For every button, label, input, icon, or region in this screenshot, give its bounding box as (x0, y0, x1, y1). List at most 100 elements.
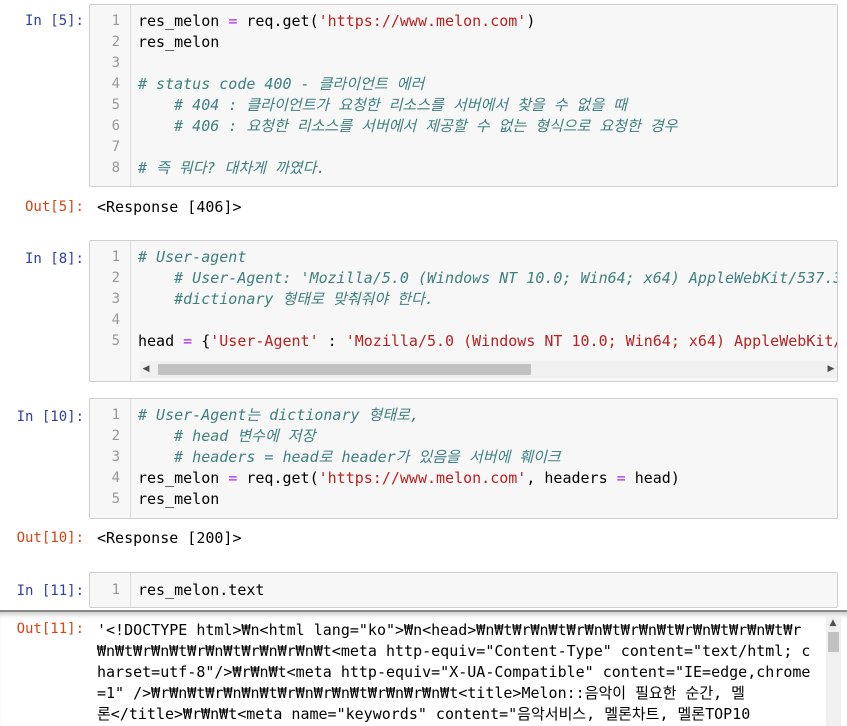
scrollbar-thumb[interactable] (828, 632, 839, 652)
output-line: ₩n₩t₩r₩n₩t₩r₩n₩t₩r₩n₩r₩n₩t<meta http-equ… (97, 642, 811, 660)
code-token: # status code 400 - 클라이언트 에러 (138, 75, 425, 93)
line-number: 5 (111, 333, 120, 349)
code-text: # 406 : 요청한 리소스를 서버에서 제공할 수 없는 형식으로 요청한 … (138, 116, 677, 137)
code-line[interactable]: 1 # User-Agent는 dictionary 형태로, (90, 405, 837, 426)
code-token: req.get( (237, 12, 319, 30)
code-token: req.get( (237, 469, 319, 487)
code-line[interactable]: 2 # head 변수에 저장 (90, 426, 837, 447)
code-token: res_melon (138, 33, 220, 51)
code-line[interactable]: 4 # status code 400 - 클라이언트 에러 (90, 74, 837, 95)
code-line[interactable]: 3 (90, 53, 837, 74)
code-token: = (228, 469, 238, 487)
code-token: # User-Agent: 'Mozilla/5.0 (Windows NT 1… (138, 269, 838, 287)
line-number: 3 (111, 449, 120, 465)
code-text: res_melon = req.get('https://www.melon.c… (138, 11, 535, 32)
code-token: , headers (526, 469, 617, 487)
line-number: 3 (111, 291, 120, 307)
code-cell[interactable]: 1 # User-Agent는 dictionary 형태로, 2 # head 변… (89, 398, 838, 519)
vertical-scrollbar[interactable]: ▲ (826, 616, 841, 726)
code-text: res_melon (138, 489, 219, 510)
code-line[interactable]: 3 #dictionary 형태로 맞춰줘야 한다. (90, 289, 837, 310)
code-cell[interactable]: 1 res_melon = req.get('https://www.melon.… (89, 4, 838, 187)
code-line[interactable]: 2 # User-Agent: 'Mozilla/5.0 (Windows NT… (90, 268, 837, 289)
code-text: head = {'User-Agent' : 'Mozilla/5.0 (Win… (138, 331, 838, 352)
line-number: 5 (111, 491, 120, 507)
line-number: 1 (111, 582, 120, 598)
output-line: harset=utf-8"/>₩r₩n₩t<meta http-equiv="X… (97, 663, 811, 681)
line-number: 4 (111, 470, 120, 486)
code-line[interactable]: 1 res_melon = req.get('https://www.melon.… (90, 11, 837, 32)
code-line[interactable]: 4 res_melon = req.get('https://www.melon.… (90, 468, 837, 489)
code-cell[interactable]: 1 # User-agent 2 # User-Agent: 'Mozilla/5.… (89, 240, 838, 382)
code-text: res_melon = req.get('https://www.melon.c… (138, 468, 680, 489)
cell-input-prompt: In [10]: (16, 409, 84, 425)
code-line[interactable]: 6 # 406 : 요청한 리소스를 서버에서 제공할 수 없는 형식으로 요청… (90, 116, 837, 137)
code-text: res_melon.text (138, 580, 264, 601)
code-token: 'User-Agent' (210, 332, 319, 350)
code-token: = (228, 12, 238, 30)
code-token: 'https://www.melon.com' (318, 469, 527, 487)
code-cell[interactable]: 1 res_melon.text (89, 572, 838, 608)
code-token: res_melon (138, 490, 220, 508)
scrollbar-thumb[interactable] (158, 364, 531, 375)
code-text: # 즉 뭐다? 대차게 까였다. (138, 158, 325, 179)
code-line[interactable]: 5 res_melon (90, 489, 837, 510)
code-line[interactable]: 2 res_melon (90, 32, 837, 53)
code-token: # headers = head로 header가 있음을 서버에 훼이크 (138, 448, 561, 466)
code-token: res_melon (138, 469, 229, 487)
code-token: = (183, 332, 193, 350)
code-token: # 즉 뭐다? 대차게 까였다. (138, 159, 326, 177)
line-number: 8 (111, 160, 120, 176)
code-token: res_melon.text (138, 581, 265, 599)
code-token: # 406 : 요청한 리소스를 서버에서 제공할 수 없는 형식으로 요청한 … (138, 117, 678, 135)
code-text: # headers = head로 header가 있음을 서버에 훼이크 (138, 447, 561, 468)
code-text: # User-agent (138, 247, 246, 268)
code-text: res_melon (138, 32, 219, 53)
code-token: 'Mozilla/5.0 (Windows NT 10.0; Win64; x6… (345, 332, 838, 350)
scrolled-output-area[interactable]: Out[11]: '<!DOCTYPE html>₩n<html lang="k… (0, 610, 847, 726)
code-text: #dictionary 형태로 맞춰줘야 한다. (138, 289, 434, 310)
cell-input-prompt: In [11]: (16, 583, 84, 599)
code-text: # 404 : 클라이언트가 요청한 리소스를 서버에서 찾을 수 없을 때 (138, 95, 627, 116)
code-token: # User-Agent는 dictionary 형태로, (138, 406, 419, 424)
code-line[interactable]: 1 # User-agent (90, 247, 837, 268)
code-token: # head 변수에 저장 (138, 427, 316, 445)
line-number: 1 (111, 249, 120, 265)
code-line[interactable]: 8 # 즉 뭐다? 대차게 까였다. (90, 158, 837, 179)
text-output: '<!DOCTYPE html>₩n<html lang="ko">₩n<hea… (97, 620, 817, 725)
cell-output: <Response [406]> (97, 198, 242, 216)
code-token: # 404 : 클라이언트가 요청한 리소스를 서버에서 찾을 수 없을 때 (138, 96, 627, 114)
code-token: : (318, 332, 346, 350)
scroll-up-icon[interactable]: ▲ (827, 616, 839, 630)
code-line[interactable]: 3 # headers = head로 header가 있음을 서버에 훼이크 (90, 447, 837, 468)
cell-output-prompt: Out[10]: (16, 530, 84, 546)
code-token: # User-agent (138, 248, 247, 266)
scroll-left-icon[interactable]: ◀ (140, 361, 152, 378)
line-number: 2 (111, 428, 120, 444)
scroll-right-icon[interactable]: ▶ (825, 361, 837, 378)
line-number: 7 (111, 139, 120, 155)
line-number: 2 (111, 270, 120, 286)
line-number: 1 (111, 407, 120, 423)
code-line[interactable]: 1 res_melon.text (90, 580, 837, 601)
line-number: 6 (111, 118, 120, 134)
code-line[interactable]: 5 head = {'User-Agent' : 'Mozilla/5.0 (Wi… (90, 331, 837, 352)
code-token: 'https://www.melon.com' (318, 12, 527, 30)
cell-input-prompt: In [5]: (24, 13, 84, 29)
horizontal-scrollbar[interactable]: ◀ ▶ (140, 361, 837, 378)
code-token: res_melon (138, 12, 229, 30)
code-text: # head 변수에 저장 (138, 426, 315, 447)
cell-output-prompt: Out[11]: (16, 621, 84, 637)
output-line: 론</title>₩r₩n₩t<meta name="keywords" con… (97, 705, 751, 723)
code-token: { (192, 332, 211, 350)
line-number: 1 (111, 13, 120, 29)
code-line[interactable]: 7 (90, 137, 837, 158)
line-number: 4 (111, 76, 120, 92)
output-line: =1" />₩r₩n₩t₩r₩n₩n₩t₩r₩n₩r₩n₩t₩r₩n₩r₩n₩t… (97, 684, 745, 702)
code-token: = (616, 469, 626, 487)
code-text: # User-Agent: 'Mozilla/5.0 (Windows NT 1… (138, 268, 838, 289)
code-line[interactable]: 4 (90, 310, 837, 331)
code-line[interactable]: 5 # 404 : 클라이언트가 요청한 리소스를 서버에서 찾을 수 없을 때 (90, 95, 837, 116)
cell-input-prompt: In [8]: (24, 251, 84, 267)
line-number: 3 (111, 55, 120, 71)
